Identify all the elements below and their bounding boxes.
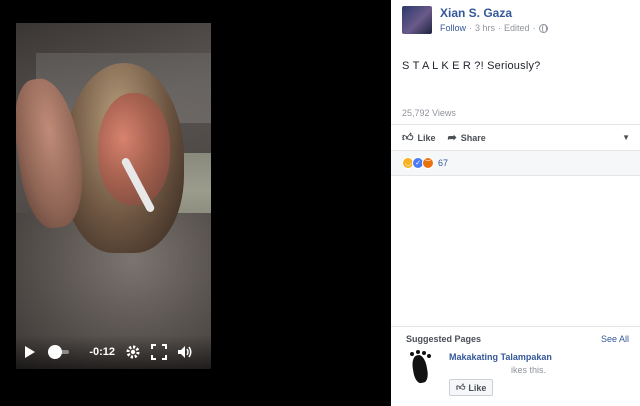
edited-label[interactable]: Edited [504, 23, 530, 33]
toe-shape [422, 351, 426, 355]
suggested-page-name[interactable]: Makakating Talampakan [449, 352, 552, 362]
fullscreen-icon[interactable] [151, 344, 167, 360]
page-like-button[interactable]: 👍︎ Like [449, 379, 494, 396]
reactions[interactable]: ◡ ✓ ︶ 67 [402, 157, 448, 169]
author-name[interactable]: Xian S. Gaza [440, 6, 548, 20]
suggested-pages-title: Suggested Pages [406, 334, 482, 344]
post-time[interactable]: 3 hrs [475, 23, 495, 33]
post-header: Xian S. Gaza Follow · 3 hrs · Edited · [402, 6, 548, 34]
post-text: S T A L K E R ?! Seriously? [402, 60, 541, 72]
globe-icon[interactable] [538, 23, 548, 33]
post-meta: Follow · 3 hrs · Edited · [440, 23, 548, 33]
action-bar: 👍︎ Like ➦ Share ▼ [402, 131, 630, 144]
footprint-icon[interactable] [406, 350, 436, 386]
gear-icon[interactable] [125, 344, 141, 360]
caret-down-icon[interactable]: ▼ [622, 133, 630, 142]
reaction-count[interactable]: 67 [438, 158, 448, 168]
suggested-page-item: Makakating Talampakan ikes this. 👍︎ Like [406, 350, 552, 396]
reactions-bar: ◡ ✓ ︶ 67 [391, 150, 640, 176]
divider [391, 326, 640, 327]
follow-link[interactable]: Follow [440, 23, 466, 33]
play-icon[interactable] [24, 344, 36, 360]
thumbs-up-icon: 👍︎ [456, 382, 466, 392]
meta-separator: · [498, 23, 502, 33]
share-label: Share [460, 132, 486, 143]
toe-shape [416, 350, 420, 354]
angry-icon: ︶ [422, 157, 434, 169]
share-button[interactable]: ➦ Share [448, 131, 486, 144]
foot-shape [410, 353, 430, 385]
volume-icon[interactable] [177, 344, 193, 360]
toe-shape [410, 352, 414, 356]
video-frame-face [98, 93, 170, 205]
avatar[interactable] [402, 6, 432, 34]
video-controls: -0:12 [16, 335, 211, 369]
see-all-link[interactable]: See All [601, 334, 629, 344]
progress-scrubber[interactable] [48, 345, 70, 359]
viewer: -0:12 Xian S. Gaza Follow · 3 hrs · Edit… [0, 0, 640, 406]
post-panel: Xian S. Gaza Follow · 3 hrs · Edited · S… [391, 0, 640, 406]
divider [391, 124, 640, 125]
meta-separator: · [469, 23, 473, 33]
share-icon: ➦ [447, 132, 457, 144]
suggested-page-likes: ikes this. [511, 365, 547, 375]
scrubber-knob[interactable] [48, 345, 62, 359]
view-count: 25,792 Views [402, 108, 456, 118]
toe-shape [427, 354, 431, 358]
meta-separator: · [532, 23, 536, 33]
like-label: Like [417, 132, 436, 143]
page-like-label: Like [468, 382, 487, 393]
time-remaining: -0:12 [89, 346, 115, 358]
like-button[interactable]: 👍︎ Like [402, 131, 436, 144]
video-player[interactable]: -0:12 [16, 23, 211, 369]
thumbs-up-icon: 👍︎ [402, 132, 414, 144]
